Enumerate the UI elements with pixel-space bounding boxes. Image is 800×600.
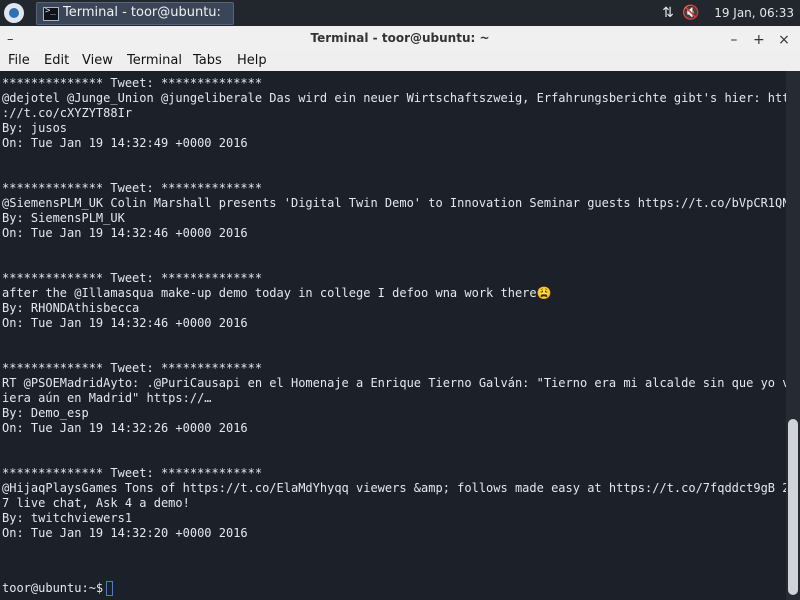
- maximize-button[interactable]: +: [749, 30, 769, 50]
- terminal-line: On: Tue Jan 19 14:32:20 +0000 2016: [2, 526, 248, 540]
- terminal-icon: [43, 6, 59, 21]
- clock[interactable]: 19 Jan, 06:33: [714, 6, 794, 20]
- menu-tabs[interactable]: Tabs: [193, 53, 222, 68]
- top-panel: Terminal - toor@ubuntu: ~ ⇅ 🔇 19 Jan, 06…: [0, 0, 800, 35]
- menu-view[interactable]: View: [82, 53, 113, 68]
- window-controls: – + ×: [724, 29, 794, 50]
- terminal-line: ://t.co/cXYZYT88Ir: [2, 106, 133, 120]
- close-button[interactable]: ×: [774, 30, 794, 50]
- terminal-line: On: Tue Jan 19 14:32:49 +0000 2016: [2, 136, 248, 150]
- terminal-line: iera aún en Madrid" https://…: [2, 391, 212, 405]
- minimize-button[interactable]: –: [724, 30, 744, 50]
- terminal-line: @dejotel @Junge_Union @jungeliberale Das…: [2, 91, 786, 105]
- terminal-output[interactable]: ************** Tweet: ************** @de…: [0, 71, 786, 600]
- terminal-line: On: Tue Jan 19 14:32:46 +0000 2016: [2, 316, 248, 330]
- terminal-line: RT @PSOEMadridAyto: .@PuriCausapi en el …: [2, 376, 786, 390]
- terminal-line: By: SiemensPLM_UK: [2, 211, 125, 225]
- vertical-scrollbar[interactable]: [786, 71, 800, 600]
- terminal-line: ************** Tweet: **************: [2, 76, 263, 90]
- taskbar-terminal-button[interactable]: Terminal - toor@ubuntu: ~: [36, 2, 234, 35]
- terminal-prompt: toor@ubuntu:~$: [2, 581, 111, 595]
- terminal-line: On: Tue Jan 19 14:32:26 +0000 2016: [2, 421, 248, 435]
- menu-terminal[interactable]: Terminal: [127, 53, 182, 68]
- terminal-line: @HijaqPlaysGames Tons of https://t.co/El…: [2, 481, 786, 495]
- terminal-line: By: jusos: [2, 121, 68, 135]
- app-menu-icon[interactable]: [4, 3, 24, 23]
- volume-muted-icon[interactable]: 🔇: [682, 5, 699, 21]
- terminal-cursor: [106, 581, 113, 596]
- terminal-line: ************** Tweet: **************: [2, 271, 263, 285]
- scrollbar-thumb[interactable]: [788, 419, 798, 595]
- terminal-line: On: Tue Jan 19 14:32:46 +0000 2016: [2, 226, 248, 240]
- menu-help[interactable]: Help: [237, 53, 267, 68]
- terminal-line: By: twitchviewers1: [2, 511, 133, 525]
- terminal-line: 7 live chat, Ask 4 a demo!: [2, 496, 190, 510]
- menu-file[interactable]: File: [8, 53, 30, 68]
- terminal-line: ************** Tweet: **************: [2, 466, 263, 480]
- terminal-window: – Terminal - toor@ubuntu: ~ – + × File E…: [0, 26, 800, 600]
- menubar: File Edit View Terminal Tabs Help: [0, 51, 800, 72]
- terminal-line: By: Demo_esp: [2, 406, 89, 420]
- window-title: Terminal - toor@ubuntu: ~: [310, 31, 490, 45]
- terminal-line: after the @Illamasqua make-up demo today…: [2, 286, 552, 300]
- menu-edit[interactable]: Edit: [44, 53, 69, 68]
- network-arrows-icon[interactable]: ⇅: [660, 5, 676, 21]
- window-titlebar[interactable]: – Terminal - toor@ubuntu: ~ – + ×: [0, 26, 800, 52]
- terminal-line: ************** Tweet: **************: [2, 361, 263, 375]
- terminal-line: ************** Tweet: **************: [2, 181, 263, 195]
- terminal-line: @SiemensPLM_UK Colin Marshall presents '…: [2, 196, 786, 210]
- terminal-line: By: RHONDAthisbecca: [2, 301, 140, 315]
